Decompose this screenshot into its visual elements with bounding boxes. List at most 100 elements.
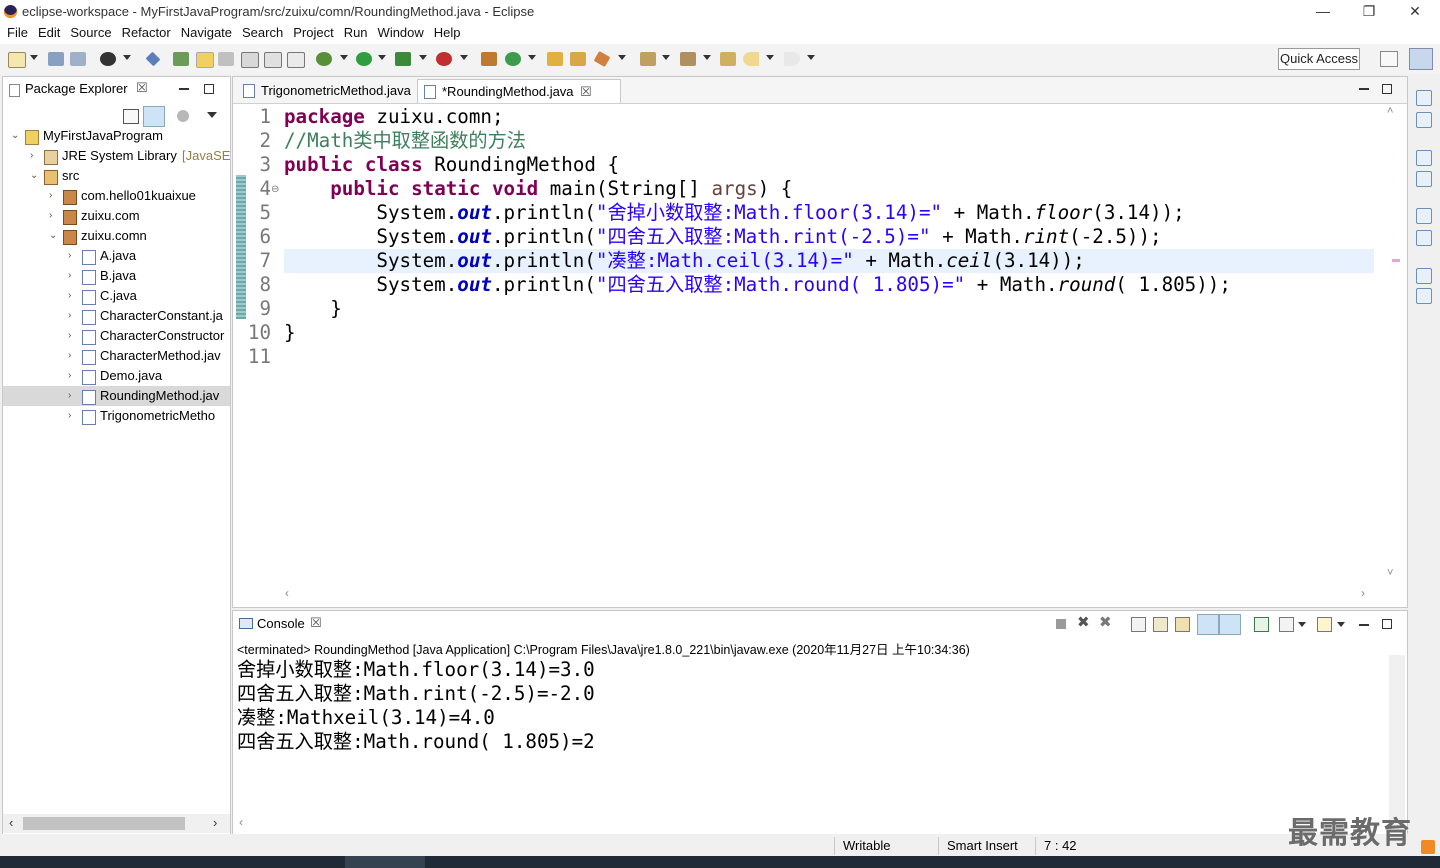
vertical-scrollbar[interactable]: ˄ ˅ xyxy=(1383,105,1403,585)
tree-item[interactable]: › zuixu.com xyxy=(3,206,230,226)
back-icon[interactable] xyxy=(743,52,759,66)
console-output[interactable]: 舍掉小数取整:Math.floor(3.14)=3.0 四舍五入取整:Math.… xyxy=(233,658,1383,778)
skip-breakpoints-icon[interactable] xyxy=(145,51,161,67)
new-icon[interactable] xyxy=(8,52,26,68)
open-folder-icon[interactable] xyxy=(547,52,563,66)
run-icon[interactable] xyxy=(356,52,372,66)
menu-search[interactable]: Search xyxy=(237,24,288,42)
minimize-view-icon[interactable] xyxy=(179,88,189,90)
scroll-down-icon[interactable]: ˅ xyxy=(1387,567,1393,579)
scroll-lock-icon[interactable] xyxy=(1153,617,1168,632)
remove-all-launches-icon[interactable]: ✖ xyxy=(1099,613,1112,631)
console-scroll-left-icon[interactable]: ‹ xyxy=(239,815,243,829)
open-console-dropdown-icon[interactable] xyxy=(1337,622,1345,627)
minimize-console-icon[interactable] xyxy=(1359,624,1369,626)
console-vertical-scrollbar[interactable] xyxy=(1389,655,1405,831)
previous-annotation-icon[interactable] xyxy=(680,52,696,66)
save-all-icon[interactable] xyxy=(70,52,86,66)
console-title[interactable]: Console xyxy=(257,616,305,631)
toggle-mark-occurrences-icon[interactable] xyxy=(196,52,214,68)
tree-item[interactable]: › CharacterConstructor xyxy=(3,326,230,346)
tree-item[interactable]: › com.hello01kuaixue xyxy=(3,186,230,206)
show-console-stdout-icon[interactable] xyxy=(1197,614,1219,635)
minimize-editor-icon[interactable] xyxy=(1359,88,1369,90)
tab-rounding-method[interactable]: *RoundingMethod.java ☒ xyxy=(417,79,621,103)
clear-console-icon[interactable] xyxy=(1131,617,1146,632)
tree-item[interactable]: › JRE System Library [JavaSE- xyxy=(3,146,230,166)
word-wrap-icon[interactable] xyxy=(264,52,282,68)
show-whitespace-icon[interactable] xyxy=(241,52,259,68)
new-class-dropdown-icon[interactable] xyxy=(528,55,536,60)
tree-item[interactable]: › TrigonometricMetho xyxy=(3,406,230,426)
search-dropdown-icon[interactable] xyxy=(618,55,626,60)
tree-item[interactable]: ⌄ zuixu.comn xyxy=(3,226,230,246)
tree-item[interactable]: › CharacterConstant.ja xyxy=(3,306,230,326)
collapsed-twisty-icon[interactable]: › xyxy=(68,266,71,286)
scrollbar-thumb[interactable] xyxy=(23,817,185,830)
focus-on-task-icon[interactable] xyxy=(177,110,189,122)
collapsed-twisty-icon[interactable]: › xyxy=(68,366,71,386)
word-wrap-console-icon[interactable] xyxy=(1175,617,1190,632)
tree-item[interactable]: › A.java xyxy=(3,246,230,266)
restore-button[interactable]: ❐ xyxy=(1346,0,1392,24)
package-explorer-title[interactable]: Package Explorer xyxy=(25,81,128,96)
expanded-twisty-icon[interactable]: ⌄ xyxy=(49,226,57,246)
menu-file[interactable]: File xyxy=(2,24,33,42)
javadoc-icon[interactable] xyxy=(1416,288,1432,304)
next-annotation-icon[interactable] xyxy=(640,52,656,66)
collapsed-twisty-icon[interactable]: › xyxy=(68,326,71,346)
terminate-icon[interactable] xyxy=(1056,619,1066,629)
run-dropdown-icon[interactable] xyxy=(378,55,386,60)
quick-access-field[interactable]: Quick Access xyxy=(1278,48,1360,70)
save-icon[interactable] xyxy=(48,52,64,66)
console-close-icon[interactable]: ☒ xyxy=(310,615,322,631)
profile-dropdown-icon[interactable] xyxy=(123,55,131,60)
open-task-icon[interactable] xyxy=(570,52,586,66)
display-selected-console-icon[interactable] xyxy=(1279,617,1294,632)
expanded-twisty-icon[interactable]: ⌄ xyxy=(11,126,19,146)
restore-view-icon[interactable] xyxy=(1416,268,1432,284)
editor-scroll-left-icon[interactable]: ‹ xyxy=(285,586,289,600)
link-with-editor-icon[interactable] xyxy=(143,106,165,127)
collapse-all-icon[interactable] xyxy=(123,109,139,124)
back-dropdown-icon[interactable] xyxy=(766,55,774,60)
taskbar-app[interactable] xyxy=(345,856,425,868)
view-menu-icon[interactable] xyxy=(207,112,217,118)
tree-item[interactable]: ⌄ MyFirstJavaProgram xyxy=(3,126,230,146)
menu-run[interactable]: Run xyxy=(339,24,373,42)
debug-icon[interactable] xyxy=(316,52,332,66)
tab-close-icon[interactable]: ☒ xyxy=(580,80,592,103)
debug-dropdown-icon[interactable] xyxy=(340,55,348,60)
task-list-icon[interactable] xyxy=(1416,171,1432,187)
menu-navigate[interactable]: Navigate xyxy=(176,24,237,42)
package-explorer-close-icon[interactable]: ☒ xyxy=(136,80,148,96)
outline-icon[interactable] xyxy=(1416,112,1432,128)
minimize-button[interactable]: — xyxy=(1300,0,1346,24)
tab-trigonometric-method[interactable]: TrigonometricMethod.java xyxy=(237,79,433,102)
new-java-package-icon[interactable] xyxy=(481,52,497,66)
editor-horizontal-scrollbar[interactable]: ‹ › xyxy=(283,586,1373,602)
restore-view-icon[interactable] xyxy=(1416,90,1432,106)
maximize-console-icon[interactable] xyxy=(1382,619,1392,629)
external-tools-icon[interactable] xyxy=(436,52,452,66)
menu-source[interactable]: Source xyxy=(65,24,116,42)
scroll-right-icon[interactable]: › xyxy=(213,815,217,830)
coverage-dropdown-icon[interactable] xyxy=(419,55,427,60)
tree-item[interactable]: › Demo.java xyxy=(3,366,230,386)
paragraph-icon[interactable] xyxy=(287,52,305,68)
close-button[interactable]: ✕ xyxy=(1392,0,1438,24)
tree-item[interactable]: › C.java xyxy=(3,286,230,306)
previous-annotation-dropdown-icon[interactable] xyxy=(703,55,711,60)
maximize-editor-icon[interactable] xyxy=(1382,84,1392,94)
open-type-icon[interactable] xyxy=(173,52,189,66)
restore-view-icon[interactable] xyxy=(1416,150,1432,166)
maximize-view-icon[interactable] xyxy=(204,84,214,94)
collapsed-twisty-icon[interactable]: › xyxy=(68,306,71,326)
pin-console-icon[interactable] xyxy=(1254,617,1269,632)
open-console-icon[interactable] xyxy=(1317,617,1332,632)
next-annotation-dropdown-icon[interactable] xyxy=(662,55,670,60)
menu-help[interactable]: Help xyxy=(429,24,466,42)
editor-scroll-right-icon[interactable]: › xyxy=(1361,586,1365,600)
collapsed-twisty-icon[interactable]: › xyxy=(30,146,33,166)
toggle-block-icon[interactable] xyxy=(218,52,234,66)
